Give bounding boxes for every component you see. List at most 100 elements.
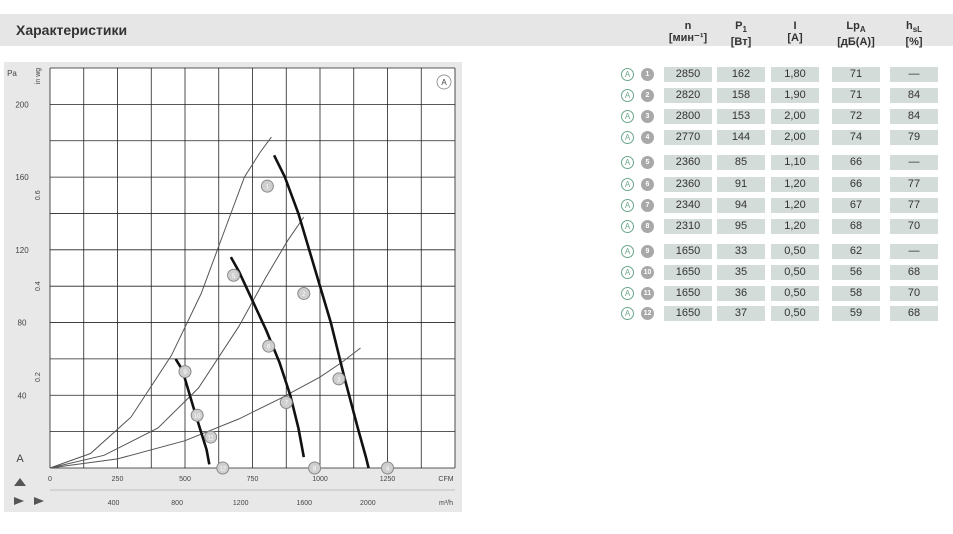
row-number-badge: 6 [641,178,654,191]
operating-point-label: 12 [219,467,226,473]
y2-tick-label: 0.2 [35,372,42,382]
col-header-name: Lp [846,20,860,32]
col-header-sub: sL [912,25,923,35]
table-cell: 72 [832,109,880,124]
row-number-badge: 2 [641,89,654,102]
table-cell: 35 [717,265,765,280]
table-cell: 1650 [664,265,712,280]
col-header-name: I [793,20,797,32]
y2-axis-label: in wg [35,68,42,84]
table-cell: 144 [717,130,765,145]
operating-point-label: 11 [208,436,215,442]
table-cell: 62 [832,244,880,259]
table-cell: 1,20 [771,177,819,192]
row-number-badge: 1 [641,68,654,81]
y2-tick-label: 0.4 [35,281,42,291]
table-cell: 2340 [664,198,712,213]
table-cell: 153 [717,109,765,124]
x2-tick-label: 800 [171,500,183,507]
table-cell: 77 [890,177,938,192]
rotation-mark-icon: A [621,178,634,191]
table-cell: 84 [890,88,938,103]
table-cell: 1,10 [771,155,819,170]
col-header-3: LpA [дБ(A)] [832,20,880,48]
rotation-mark-icon: A [621,89,634,102]
table-cell: 2310 [664,219,712,234]
table-cell: 1,20 [771,219,819,234]
rotation-mark-icon: A [621,110,634,123]
rotation-mark-icon: A [621,68,634,81]
col-header-unit: [Вт] [730,36,752,49]
x2-tick-label: 2000 [360,500,376,507]
table-cell: 94 [717,198,765,213]
table-cell: 37 [717,306,765,321]
table-cell: 2,00 [771,130,819,145]
performance-chart: 40 80 120 160 200 0.2 0.4 0.6 Pa in wg A 0 250 500 750… [4,62,462,512]
table-cell: 68 [832,219,880,234]
y-tick-label: 120 [15,246,29,255]
table-cell: 2800 [664,109,712,124]
table-cell: 1650 [664,286,712,301]
table-cell: — [890,67,938,82]
bottom-mark-label: A [16,453,24,465]
y-tick-label: 40 [18,391,27,400]
rotation-mark-icon: A [621,266,634,279]
row-number-badge: 5 [641,156,654,169]
table-cell: — [890,155,938,170]
y-tick-label: 80 [18,319,27,328]
table-cell: 0,50 [771,306,819,321]
table-cell: 79 [890,130,938,145]
table-cell: 66 [832,155,880,170]
table-cell: 85 [717,155,765,170]
rotation-mark-icon: A [621,220,634,233]
table-cell: 2360 [664,155,712,170]
col-header-name: h [905,20,913,32]
table-cell: 2770 [664,130,712,145]
table-cell: 68 [890,265,938,280]
table-cell: 2820 [664,88,712,103]
rotation-mark-icon: A [621,131,634,144]
y-tick-label: 200 [15,100,29,109]
table-cell: 162 [717,67,765,82]
col-header-unit: [мин⁻¹] [668,32,708,44]
table-cell: 1,90 [771,88,819,103]
operating-point-label: 10 [194,414,201,420]
x-tick-label: 0 [48,476,52,483]
x-tick-label: 1000 [312,476,328,483]
x2-tick-label: 400 [108,500,120,507]
table-cell: 0,50 [771,286,819,301]
x-tick-label: 250 [112,476,124,483]
table-cell: 70 [890,286,938,301]
col-header-sub: A [859,25,866,35]
rotation-mark-icon: A [621,307,634,320]
table-cell: 0,50 [771,265,819,280]
table-cell: 36 [717,286,765,301]
table-cell: 77 [890,198,938,213]
table-cell: 59 [832,306,880,321]
table-cell: 2850 [664,67,712,82]
table-cell: 74 [832,130,880,145]
x2-tick-label: 1200 [233,500,249,507]
table-cell: 67 [832,198,880,213]
table-cell: 33 [717,244,765,259]
table-cell: 71 [832,88,880,103]
table-cell: 2360 [664,177,712,192]
y-tick-label: 160 [15,173,29,182]
table-cell: 2,00 [771,109,819,124]
x-tick-label: 500 [179,476,191,483]
table-cell: 95 [717,219,765,234]
table-cell: 71 [832,67,880,82]
col-header-2: I [A] [771,20,819,44]
row-number-badge: 9 [641,245,654,258]
col-header-sub: 1 [742,25,747,35]
table-cell: 66 [832,177,880,192]
table-cell: 68 [890,306,938,321]
table-cell: 84 [890,109,938,124]
rotation-mark-icon: A [621,156,634,169]
table-cell: — [890,244,938,259]
row-number-badge: 10 [641,266,654,279]
corner-mark-label: A [441,78,447,87]
row-number-badge: 11 [641,287,654,300]
table-cell: 56 [832,265,880,280]
table-cell: 91 [717,177,765,192]
